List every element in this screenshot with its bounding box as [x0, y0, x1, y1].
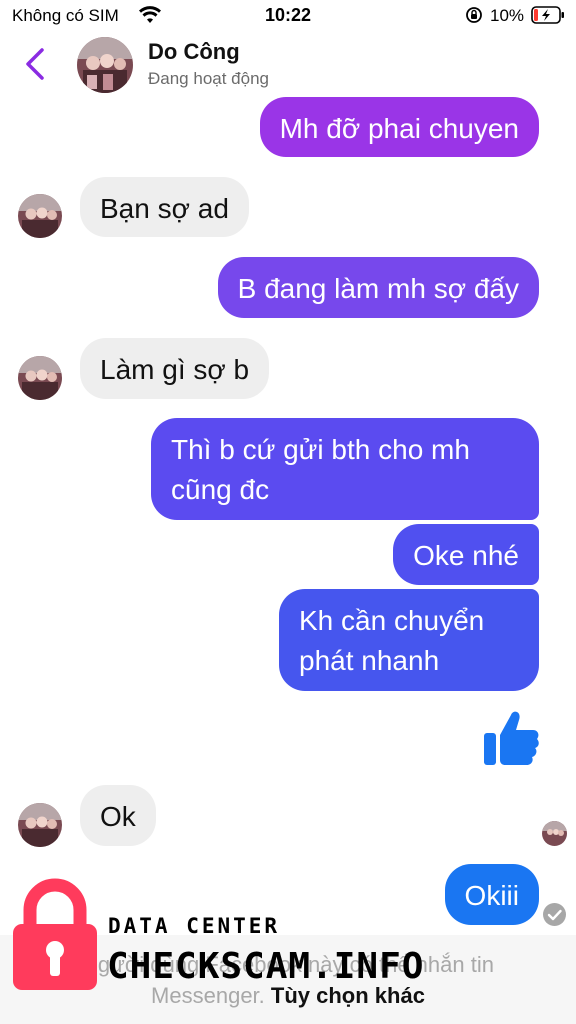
battery-percent: 10% — [490, 6, 525, 25]
message-bubble-incoming[interactable]: Làm gì sợ b — [80, 338, 270, 399]
sender-avatar — [18, 356, 62, 400]
battery-icon — [531, 6, 564, 24]
message-bubble-outgoing[interactable]: Oke nhé — [393, 524, 539, 585]
sent-check-icon — [543, 903, 566, 926]
seen-receipt-avatar — [542, 821, 567, 846]
back-chevron-icon[interactable] — [20, 44, 50, 84]
rotation-lock-icon — [466, 7, 482, 23]
watermark-site: CHECKSCAM.INFO — [107, 946, 425, 987]
status-bar: Không có SIM 10:22 10% — [0, 0, 576, 32]
thumbs-up-icon[interactable] — [481, 707, 541, 769]
chat-header: Do Công Đang hoạt động — [0, 30, 576, 102]
contact-name[interactable]: Do Công — [148, 39, 240, 65]
message-bubble-outgoing[interactable]: B đang làm mh sợ đấy — [217, 257, 539, 318]
watermark-label: DATA CENTER — [108, 914, 281, 938]
padlock-icon — [13, 878, 97, 990]
sender-avatar — [18, 803, 62, 847]
contact-avatar[interactable] — [77, 37, 133, 93]
message-bubble-outgoing[interactable]: Thì b cứ gửi bth cho mh cũng đc — [151, 418, 539, 520]
active-status: Đang hoạt động — [148, 69, 269, 88]
message-bubble-outgoing[interactable]: Kh cần chuyển phát nhanh — [279, 589, 539, 691]
message-bubble-outgoing[interactable]: Mh đỡ phai chuyen — [259, 97, 539, 157]
sender-avatar — [18, 194, 62, 238]
message-bubble-incoming[interactable]: Bạn sợ ad — [80, 177, 249, 237]
message-bubble-outgoing[interactable]: Okiii — [444, 864, 539, 925]
message-bubble-incoming[interactable]: Ok — [80, 785, 156, 846]
